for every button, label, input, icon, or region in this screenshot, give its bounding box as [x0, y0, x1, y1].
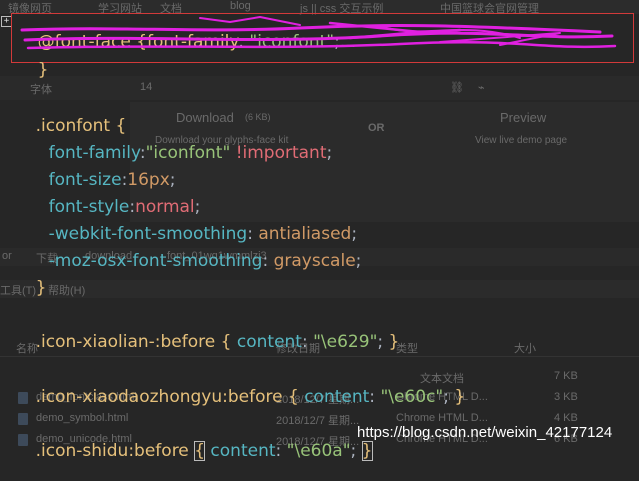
value: "\e629" [313, 332, 378, 352]
value: grayscale [273, 251, 356, 271]
property: content [304, 387, 370, 407]
code-line-close: } [14, 258, 47, 318]
code-line-decl: -moz-osx-font-smoothing: grayscale; [48, 251, 362, 271]
redaction-scribble [20, 16, 617, 50]
value: "\e60a" [286, 441, 351, 461]
property: content [236, 332, 302, 352]
code-line-icon-rule: .icon-xiaodaozhongyu:before { content: "… [35, 387, 466, 407]
property: -moz-osx-font-smoothing [48, 251, 263, 271]
selector: .icon-xiaolian-:before [35, 332, 216, 352]
selector: .icon-xiaodaozhongyu:before [35, 387, 283, 407]
close-brace: } [35, 278, 47, 298]
property: content [210, 441, 276, 461]
code-overlay: + @font-face {font-family: "iconfont";..… [0, 0, 639, 461]
watermark-text: https://blog.csdn.net/weixin_42177124 [357, 424, 613, 441]
important-keyword: !important [235, 143, 327, 163]
value: "\e60c" [380, 387, 444, 407]
selector: .icon-shidu:before [35, 441, 189, 461]
code-line-icon-rule: .icon-xiaolian-:before { content: "\e629… [35, 332, 400, 352]
code-line-icon-rule: .icon-shidu:before { content: "\e60a"; } [35, 441, 373, 461]
